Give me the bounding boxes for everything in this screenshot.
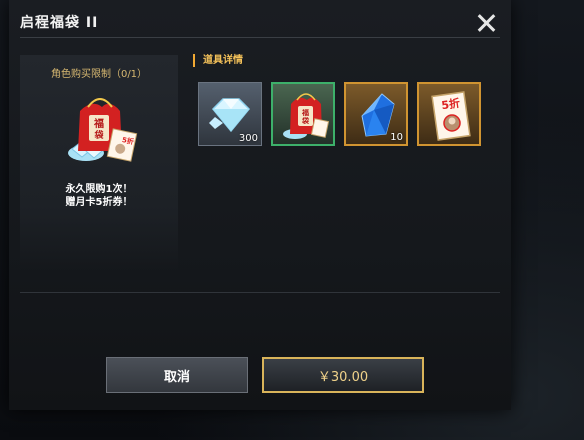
desc-line-2: 赠月卡5折券！ <box>65 197 133 208</box>
bundle-description: 永久限购1次！ 赠月卡5折券！ <box>20 183 178 209</box>
purchase-dialog: 启程福袋 II 角色购买限制（0/1） 福 袋 5折 永久限购1次！ 赠月卡5折… <box>9 0 511 410</box>
item-slot[interactable]: 福 袋 <box>271 82 335 146</box>
desc-line-1: 永久限购1次！ <box>65 184 133 195</box>
dialog-title: 启程福袋 II <box>20 15 99 31</box>
close-icon[interactable] <box>475 12 497 34</box>
purchase-limit-text: 角色购买限制（0/1） <box>50 69 148 80</box>
item-details-label: 道具详情 <box>193 54 243 67</box>
svg-text:袋: 袋 <box>301 116 310 125</box>
divider <box>20 37 500 38</box>
lucky-bag-icon: 福 袋 <box>283 93 330 139</box>
bundle-info-panel: 角色购买限制（0/1） 福 袋 5折 永久限购1次！ 赠月卡5折券！ <box>20 55 178 270</box>
item-count: 300 <box>238 133 258 144</box>
item-slot[interactable]: 5折 <box>417 82 481 146</box>
svg-text:5折: 5折 <box>440 96 460 112</box>
lucky-bag-icon: 福 袋 5折 <box>62 93 138 165</box>
divider <box>20 292 500 293</box>
svg-text:福: 福 <box>93 117 104 130</box>
item-slot[interactable]: 10 <box>344 82 408 146</box>
discount-coupon-icon: 5折 <box>431 91 471 141</box>
item-slot[interactable]: 300 <box>198 82 262 146</box>
svg-text:袋: 袋 <box>93 129 104 141</box>
item-count: 10 <box>390 132 403 143</box>
cancel-button[interactable]: 取消 <box>106 357 248 393</box>
svg-text:福: 福 <box>301 108 309 117</box>
buy-button[interactable]: ￥30.00 <box>262 357 424 393</box>
